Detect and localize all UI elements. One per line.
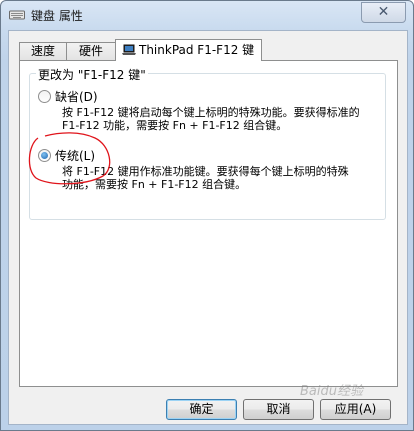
default-description: 按 F1-F12 键将启动每个键上标明的特殊功能。要获得标准的 F1-F12 功… — [62, 106, 382, 132]
radio-label-default: 缺省(D) — [55, 90, 98, 104]
tab-label: 速度 — [30, 44, 55, 58]
groupbox-label: 更改为 "F1-F12 键" — [36, 66, 148, 83]
description-line: 将 F1-F12 键用作标准功能键。要获得每个键上标明的特殊 — [62, 165, 349, 178]
thinkpad-laptop-icon — [122, 44, 136, 55]
close-button[interactable]: ✕ — [361, 2, 406, 23]
cancel-button[interactable]: 取消 — [243, 399, 314, 420]
radio-button-legacy[interactable] — [38, 149, 51, 162]
tab-label: ThinkPad F1-F12 键 — [139, 43, 255, 57]
tab-label: 硬件 — [78, 44, 103, 58]
f1-f12-groupbox: 更改为 "F1-F12 键" 缺省(D) 按 F1-F12 键将启动每个键上标明… — [29, 66, 386, 220]
window-title: 键盘 属性 — [31, 9, 83, 23]
radio-default[interactable]: 缺省(D) — [38, 88, 98, 105]
description-line: F1-F12 功能，需要按 Fn + F1-F12 组合键。 — [62, 119, 288, 132]
radio-button-default[interactable] — [38, 90, 51, 103]
tab-hardware[interactable]: 硬件 — [66, 42, 116, 60]
title-bar[interactable]: 键盘 属性 ✕ — [1, 1, 413, 29]
description-line: 按 F1-F12 键将启动每个键上标明的特殊功能。要获得标准的 — [62, 106, 360, 119]
dialog-client-area: 速度 硬件 ThinkPad F1-F12 键 更改为 "F1-F12 键" 缺… — [8, 30, 408, 425]
keyboard-icon — [9, 10, 25, 20]
radio-label-legacy: 传统(L) — [55, 149, 96, 163]
cancel-button-label: 取消 — [266, 402, 291, 416]
ok-button[interactable]: 确定 — [166, 399, 237, 420]
apply-button[interactable]: 应用(A) — [320, 399, 391, 420]
tab-speed[interactable]: 速度 — [19, 42, 67, 60]
apply-button-label: 应用(A) — [334, 402, 377, 416]
radio-legacy[interactable]: 传统(L) — [38, 147, 95, 164]
ok-button-label: 确定 — [189, 402, 214, 416]
baidu-watermark: Baidu经验 — [300, 384, 363, 399]
legacy-description: 将 F1-F12 键用作标准功能键。要获得每个键上标明的特殊 功能，需要按 Fn… — [62, 165, 382, 191]
tab-panel: 更改为 "F1-F12 键" 缺省(D) 按 F1-F12 键将启动每个键上标明… — [19, 60, 398, 387]
description-line: 功能，需要按 Fn + F1-F12 组合键。 — [62, 178, 247, 191]
tab-thinkpad-f1-f12[interactable]: ThinkPad F1-F12 键 — [115, 39, 262, 61]
close-icon: ✕ — [377, 4, 390, 20]
keyboard-properties-window: 键盘 属性 ✕ 速度 硬件 ThinkPad F1-F12 键 更改为 "F1-… — [0, 0, 414, 431]
